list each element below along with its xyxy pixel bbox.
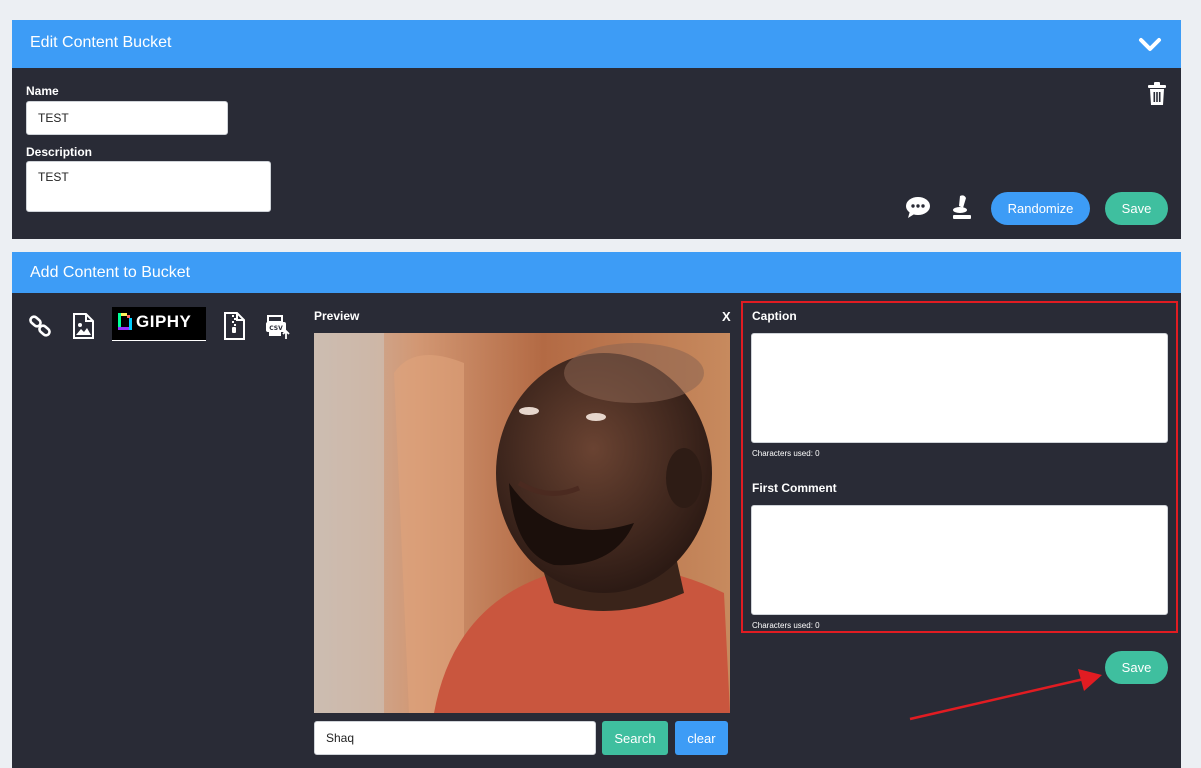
stamp-icon[interactable] xyxy=(951,194,973,220)
giphy-preview-image xyxy=(314,333,730,713)
csv-upload-icon[interactable]: CSV xyxy=(265,314,291,340)
description-label: Description xyxy=(26,145,93,159)
trash-icon[interactable] xyxy=(1147,82,1167,106)
description-input[interactable]: TEST xyxy=(26,161,271,212)
giphy-search-input[interactable]: Shaq xyxy=(314,721,596,755)
comment-icon[interactable] xyxy=(905,196,931,220)
edit-bucket-header[interactable]: Edit Content Bucket xyxy=(12,20,1181,68)
add-content-save-button[interactable]: Save xyxy=(1105,651,1168,684)
name-input[interactable]: TEST xyxy=(26,101,228,135)
giphy-clear-button[interactable]: clear xyxy=(675,721,728,755)
add-content-title: Add Content to Bucket xyxy=(30,264,191,281)
edit-bucket-title: Edit Content Bucket xyxy=(30,34,172,51)
highlight-box xyxy=(741,301,1178,633)
giphy-logo-icon xyxy=(118,313,132,330)
giphy-label: GIPHY xyxy=(136,312,192,331)
giphy-tab[interactable]: GIPHY xyxy=(112,307,206,341)
name-label: Name xyxy=(26,84,59,98)
image-file-icon[interactable] xyxy=(72,313,94,339)
link-icon[interactable] xyxy=(28,314,52,338)
zip-file-icon[interactable] xyxy=(223,312,245,340)
edit-bucket-panel: Name TEST Description TEST Randomize Sav… xyxy=(12,68,1181,239)
preview-label: Preview xyxy=(314,309,360,323)
edit-save-button[interactable]: Save xyxy=(1105,192,1168,225)
add-content-panel: GIPHY CSV Preview X Shaq Search clear Ca… xyxy=(12,293,1181,768)
giphy-search-button[interactable]: Search xyxy=(602,721,668,755)
chevron-down-icon[interactable] xyxy=(1137,32,1163,58)
annotation-arrow-icon xyxy=(909,669,1102,721)
randomize-button[interactable]: Randomize xyxy=(991,192,1090,225)
close-preview-button[interactable]: X xyxy=(722,309,731,324)
add-content-header: Add Content to Bucket xyxy=(12,252,1181,293)
svg-text:CSV: CSV xyxy=(269,325,283,332)
